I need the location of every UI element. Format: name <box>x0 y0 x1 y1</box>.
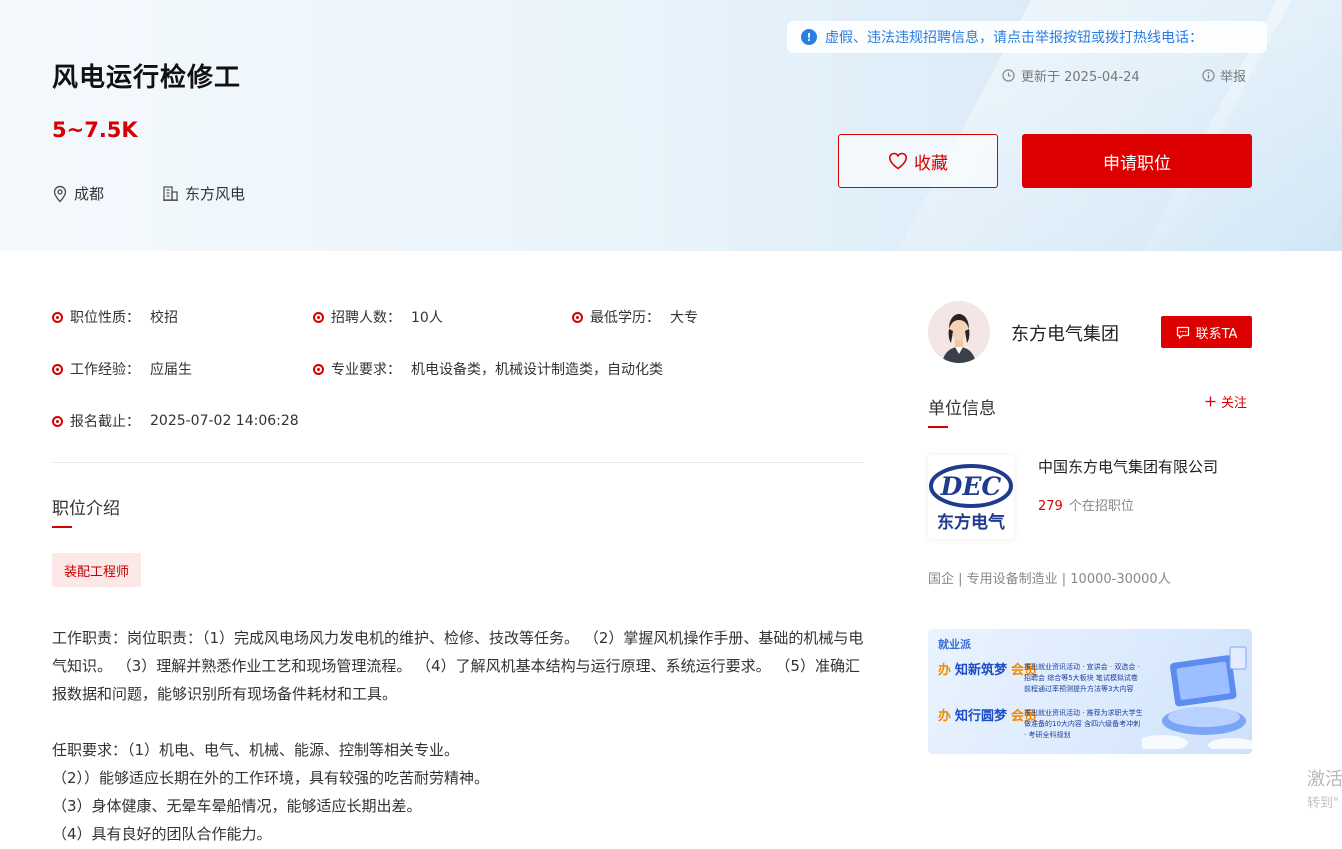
svg-text:东方电气: 东方电气 <box>937 512 1005 533</box>
banner-row-1: 办知新筑梦 会员 <box>938 659 1037 678</box>
banner-text-1: 推出就业资讯活动 · 宣讲会 · 双选会 · 招聘会 综合等5大板块 笔试模拟试… <box>1024 663 1140 693</box>
requirement-line: （2））能够适应长期在外的工作环境，具有较强的吃苦耐劳精神。 <box>52 769 490 787</box>
requirement-line: （3）身体健康、无晕车晕船情况，能够适应长期出差。 <box>52 797 422 815</box>
report-info-icon <box>1202 69 1215 82</box>
section-underline <box>928 426 948 428</box>
section-title-intro: 职位介绍 <box>52 494 120 528</box>
job-meta: 成都 东方风电 <box>52 183 245 204</box>
banner-row-2: 办知行圆梦 会员 <box>938 705 1037 724</box>
job-location: 成都 <box>52 183 104 204</box>
follow-button[interactable]: 关注 <box>1205 392 1247 411</box>
job-title: 风电运行检修工 <box>52 63 242 93</box>
banner-logo: 就业派 <box>938 638 971 651</box>
attr-value: 应届生 <box>150 362 192 378</box>
bullet-icon <box>313 363 324 375</box>
attr-value: 2025-07-02 14:06:28 <box>150 413 299 429</box>
banner-text-2: 推出就业资讯活动 · 推荐为求职大学生做准备的10大内容 含四六级备考冲刺 · … <box>1024 709 1143 739</box>
company-logo[interactable]: DEC 东方电气 <box>928 455 1014 539</box>
attr-label: 职位性质： <box>70 310 140 326</box>
attr-value: 机电设备类，机械设计制造类，自动化类 <box>411 362 663 378</box>
company-info: 国企 | 专用设备制造业 | 10000-30000人 <box>928 572 1171 587</box>
report-label: 举报 <box>1220 70 1247 85</box>
attr-major: 专业要求： 机电设备类，机械设计制造类，自动化类 <box>313 359 663 379</box>
company-full-name[interactable]: 中国东方电气集团有限公司 <box>1038 456 1218 477</box>
section-underline <box>52 526 72 528</box>
update-text: 更新于 2025-04-24 <box>1021 70 1140 85</box>
bullet-icon <box>52 363 63 375</box>
attr-label: 招聘人数： <box>331 310 401 326</box>
job-company[interactable]: 东方风电 <box>162 183 245 204</box>
section-title-unit: 单位信息 <box>928 394 996 428</box>
job-description: 工作职责：岗位职责：（1）完成风电场风力发电机的维护、检修、技改等任务。 （2）… <box>52 624 867 848</box>
job-tag: 装配工程师 <box>52 553 142 587</box>
apply-button[interactable]: 申请职位 <box>1022 134 1252 188</box>
location-pin-icon <box>52 185 68 203</box>
notice-text: 虚假、违法违规招聘信息，请点击举报按钮或拨打热线电话： <box>825 30 1203 46</box>
report-notice: ! 虚假、违法违规招聘信息，请点击举报按钮或拨打热线电话： <box>787 21 1267 53</box>
info-icon: ! <box>801 29 817 45</box>
bullet-icon <box>52 311 63 323</box>
follow-label: 关注 <box>1221 396 1248 411</box>
recruiter-avatar <box>928 301 990 363</box>
attr-label: 专业要求： <box>331 362 401 378</box>
update-time: 更新于 2025-04-24 <box>1002 66 1140 85</box>
section-title-text: 职位介绍 <box>52 499 120 519</box>
favorite-label: 收藏 <box>914 153 948 174</box>
clock-icon <box>1002 69 1015 82</box>
requirement-line: 任职要求：（1）机电、电气、机械、能源、控制等相关专业。 <box>52 741 460 759</box>
divider <box>52 462 864 463</box>
favorite-button[interactable]: 收藏 <box>838 134 998 188</box>
openings-number: 279 <box>1038 499 1063 514</box>
attr-label: 报名截止： <box>70 414 140 430</box>
banner-badge: 办 <box>938 663 952 678</box>
banner-badge: 办 <box>938 709 952 724</box>
bullet-icon <box>313 311 324 323</box>
attr-value: 大专 <box>670 310 698 326</box>
requirement-line: （4）具有良好的团队合作能力。 <box>52 825 272 843</box>
openings-label: 个在招职位 <box>1068 499 1134 514</box>
svg-text:DEC: DEC <box>940 472 1002 501</box>
contact-button[interactable]: 联系TA <box>1161 316 1252 348</box>
windows-activation-watermark: 激活 <box>1307 769 1342 790</box>
bullet-icon <box>52 415 63 427</box>
duty-paragraph: 工作职责：岗位职责：（1）完成风电场风力发电机的维护、检修、技改等任务。 （2）… <box>52 629 864 703</box>
windows-activation-subtext: 转到" <box>1307 796 1339 811</box>
recruiter-name: 东方电气集团 <box>1011 324 1119 345</box>
openings-count[interactable]: 279 个在招职位 <box>1038 495 1134 514</box>
bullet-icon <box>572 311 583 323</box>
attr-experience: 工作经验： 应届生 <box>52 359 192 379</box>
membership-banner[interactable]: 就业派 办知新筑梦 会员 推出就业资讯活动 · 宣讲会 · 双选会 · 招聘会 综… <box>928 629 1252 754</box>
banner-plan: 知新筑梦 <box>955 663 1008 678</box>
company-text: 东方风电 <box>185 185 246 203</box>
attr-headcount: 招聘人数： 10人 <box>313 307 443 327</box>
report-link[interactable]: 举报 <box>1202 66 1246 85</box>
attr-value: 校招 <box>150 310 178 326</box>
attr-job-type: 职位性质： 校招 <box>52 307 178 327</box>
section-title-text: 单位信息 <box>928 399 996 419</box>
location-text: 成都 <box>74 185 105 203</box>
heart-icon <box>888 152 908 170</box>
building-icon <box>162 185 179 202</box>
chat-icon <box>1176 326 1190 339</box>
attr-label: 最低学历： <box>590 310 660 326</box>
salary: 5~7.5K <box>52 118 138 142</box>
plus-icon <box>1205 396 1216 407</box>
attr-education: 最低学历： 大专 <box>572 307 698 327</box>
contact-label: 联系TA <box>1195 326 1238 342</box>
attr-deadline: 报名截止： 2025-07-02 14:06:28 <box>52 411 299 431</box>
attr-value: 10人 <box>411 310 443 326</box>
banner-plan: 知行圆梦 <box>955 709 1008 724</box>
banner-illustration <box>1142 646 1252 749</box>
attr-label: 工作经验： <box>70 362 140 378</box>
